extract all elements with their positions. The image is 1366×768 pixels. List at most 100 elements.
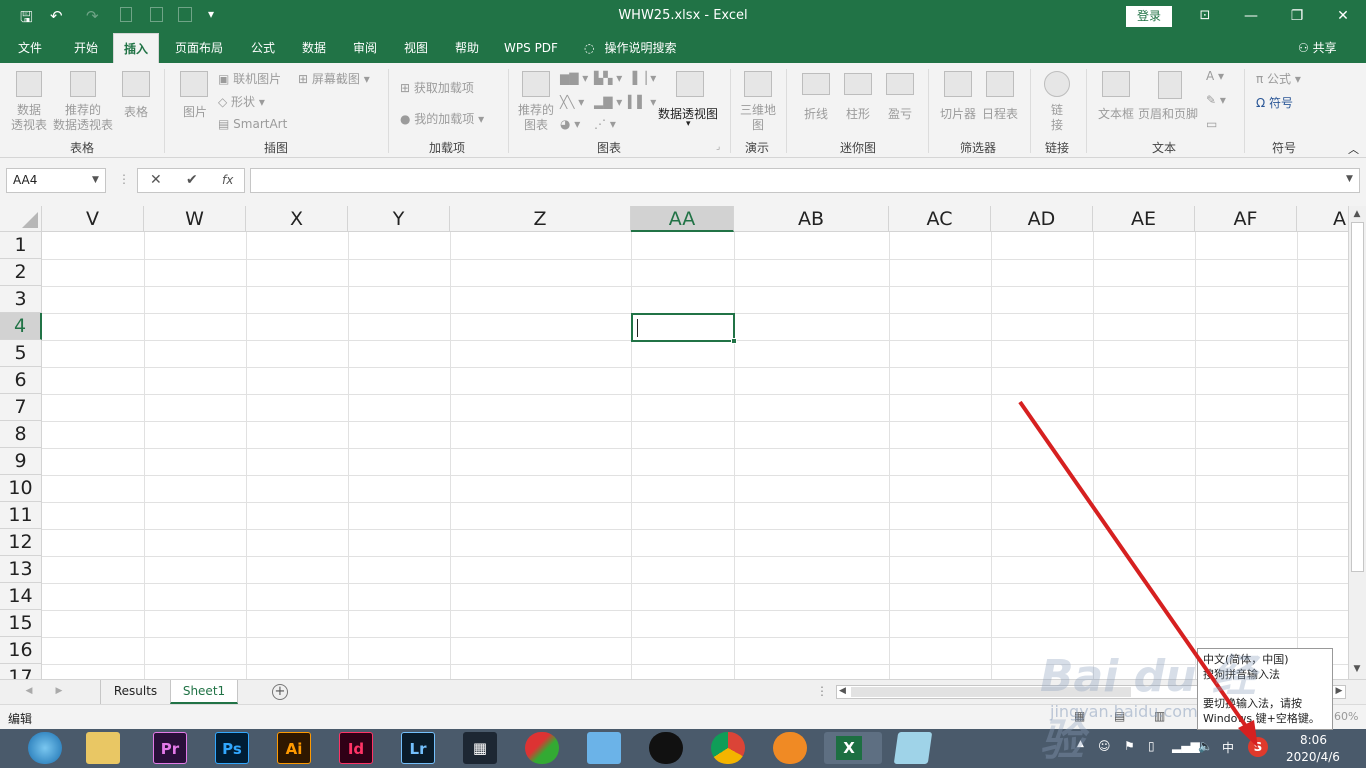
name-box[interactable]: AA4 bbox=[6, 168, 106, 193]
share-button[interactable]: ⚇ 共享 bbox=[1298, 33, 1337, 63]
column-header[interactable]: W bbox=[144, 206, 246, 232]
pie-chart-icon[interactable]: ◕ ▾ bbox=[560, 117, 580, 131]
row-header[interactable]: 16 bbox=[0, 637, 42, 664]
chart-dialog-launcher-icon[interactable]: ⌟ bbox=[716, 142, 720, 152]
minimize-button[interactable]: — bbox=[1236, 5, 1266, 27]
column-header[interactable]: AB bbox=[734, 206, 889, 232]
object-icon[interactable]: ▭ bbox=[1206, 117, 1217, 131]
add-sheet-icon[interactable]: + bbox=[272, 684, 288, 700]
row-header[interactable]: 14 bbox=[0, 583, 42, 610]
line-chart-icon[interactable]: ╳╲ ▾ bbox=[560, 95, 584, 109]
row-header[interactable]: 17 bbox=[0, 664, 42, 679]
pivot-chart-dropdown-icon[interactable]: ▾ bbox=[686, 119, 691, 129]
network-muted-icon[interactable]: ⚑ bbox=[1124, 739, 1135, 753]
signature-line-icon[interactable]: ✎ ▾ bbox=[1206, 93, 1226, 107]
hierarchy-chart-icon[interactable]: ▙▚ ▾ bbox=[594, 71, 622, 85]
get-addins-button[interactable]: ⊞ 获取加载项 bbox=[400, 79, 474, 96]
column-header[interactable]: X bbox=[246, 206, 348, 232]
tab-data[interactable]: 数据 bbox=[294, 33, 334, 63]
restore-button[interactable]: ❐ bbox=[1282, 5, 1312, 27]
clock-time[interactable]: 8:06 bbox=[1300, 733, 1327, 747]
header-footer-button[interactable]: 页眉和页脚 bbox=[1138, 105, 1198, 122]
close-button[interactable]: ✕ bbox=[1328, 5, 1358, 27]
fill-handle[interactable] bbox=[731, 338, 737, 344]
prev-sheet-icon[interactable]: ◀ bbox=[22, 680, 36, 704]
scatter-chart-icon[interactable]: ⋰ ▾ bbox=[594, 117, 616, 131]
row-header[interactable]: 5 bbox=[0, 340, 42, 367]
excel-taskbar-button[interactable]: X bbox=[824, 732, 882, 764]
row-header[interactable]: 12 bbox=[0, 529, 42, 556]
battery-icon[interactable]: ▯ bbox=[1148, 739, 1155, 753]
row-header[interactable]: 6 bbox=[0, 367, 42, 394]
name-box-dropdown-icon[interactable]: ▼ bbox=[92, 168, 106, 193]
column-header[interactable]: AE bbox=[1093, 206, 1195, 232]
volume-icon[interactable]: 🔈 bbox=[1198, 739, 1213, 753]
column-header[interactable]: AF bbox=[1195, 206, 1297, 232]
shapes-button[interactable]: ◇ 形状 ▾ bbox=[218, 93, 265, 110]
tell-me-search[interactable]: ◌ 操作说明搜索 bbox=[584, 33, 677, 63]
tab-formulas[interactable]: 公式 bbox=[243, 33, 283, 63]
select-all-button[interactable] bbox=[0, 206, 42, 232]
online-picture-button[interactable]: ▣ 联机图片 bbox=[218, 70, 281, 87]
slicer-button[interactable]: 切片器 bbox=[940, 105, 976, 122]
row-header[interactable]: 2 bbox=[0, 259, 42, 286]
ime-mode-indicator[interactable]: 中 bbox=[1222, 739, 1234, 756]
vertical-scroll-thumb[interactable] bbox=[1351, 222, 1364, 572]
notes-app-icon[interactable] bbox=[893, 732, 933, 764]
column-header[interactable]: A bbox=[1297, 206, 1348, 232]
scroll-right-icon[interactable]: ▶ bbox=[1334, 680, 1344, 704]
pivot-table-button[interactable]: 数据 透视表 bbox=[8, 103, 50, 133]
column-header[interactable]: AD bbox=[991, 206, 1093, 232]
3d-map-button[interactable]: 三维地 图 bbox=[738, 103, 778, 133]
row-header[interactable]: 9 bbox=[0, 448, 42, 475]
sparkline-column-button[interactable]: 柱形 bbox=[846, 105, 870, 122]
indesign-icon[interactable]: Id bbox=[339, 732, 373, 764]
ribbon-display-options-icon[interactable]: ⊡ bbox=[1190, 5, 1220, 27]
tab-help[interactable]: 帮助 bbox=[447, 33, 487, 63]
column-header[interactable]: Z bbox=[450, 206, 631, 232]
tab-file[interactable]: 文件 bbox=[10, 33, 50, 63]
file-explorer-icon[interactable] bbox=[86, 732, 120, 764]
sogou-browser-icon[interactable] bbox=[773, 732, 807, 764]
row-header[interactable]: 11 bbox=[0, 502, 42, 529]
qq-icon[interactable] bbox=[649, 732, 683, 764]
screenshot-button[interactable]: ⊞ 屏幕截图 ▾ bbox=[298, 70, 370, 87]
cancel-icon[interactable]: ✕ bbox=[150, 169, 162, 192]
scroll-up-icon[interactable]: ▲ bbox=[1349, 209, 1365, 219]
row-header[interactable]: 1 bbox=[0, 232, 42, 259]
waterfall-chart-icon[interactable]: ▐▕ ▾ bbox=[628, 71, 656, 85]
statistic-chart-icon[interactable]: ▂▇ ▾ bbox=[594, 95, 622, 109]
sheet-tab-results[interactable]: Results bbox=[100, 680, 170, 704]
tab-wps-pdf[interactable]: WPS PDF bbox=[498, 33, 564, 63]
sparkline-winloss-button[interactable]: 盈亏 bbox=[888, 105, 912, 122]
row-header[interactable]: 3 bbox=[0, 286, 42, 313]
lightroom-icon[interactable]: Lr bbox=[401, 732, 435, 764]
bird-app-icon[interactable] bbox=[587, 732, 621, 764]
equation-button[interactable]: π 公式 ▾ bbox=[1256, 70, 1301, 87]
row-header[interactable]: 13 bbox=[0, 556, 42, 583]
link-button[interactable]: 链 接 bbox=[1050, 103, 1064, 133]
column-header[interactable]: Y bbox=[348, 206, 450, 232]
timeline-button[interactable]: 日程表 bbox=[982, 105, 1018, 122]
qq-tray-icon[interactable]: ☺ bbox=[1098, 739, 1111, 753]
scroll-left-icon[interactable]: ◀ bbox=[839, 686, 846, 696]
clock-date[interactable]: 2020/4/6 bbox=[1286, 750, 1340, 764]
expand-formula-bar-icon[interactable]: ▼ bbox=[1346, 174, 1353, 184]
wifi-icon[interactable]: ▂▄▆ bbox=[1172, 739, 1200, 753]
smartart-button[interactable]: ▤ SmartArt bbox=[218, 117, 287, 131]
login-button[interactable]: 登录 bbox=[1126, 6, 1172, 27]
symbol-button[interactable]: Ω 符号 bbox=[1256, 94, 1293, 111]
next-sheet-icon[interactable]: ▶ bbox=[52, 680, 66, 704]
row-header[interactable]: 8 bbox=[0, 421, 42, 448]
active-cell[interactable] bbox=[631, 313, 735, 342]
table-button[interactable]: 表格 bbox=[120, 103, 152, 120]
tab-home[interactable]: 开始 bbox=[64, 33, 108, 63]
my-addins-button[interactable]: ● 我的加载项 ▾ bbox=[400, 110, 484, 127]
tab-page-layout[interactable]: 页面布局 bbox=[170, 33, 228, 63]
row-header[interactable]: 15 bbox=[0, 610, 42, 637]
tab-review[interactable]: 审阅 bbox=[345, 33, 385, 63]
illustrator-icon[interactable]: Ai bbox=[277, 732, 311, 764]
tab-insert[interactable]: 插入 bbox=[113, 33, 159, 63]
zoom-level[interactable]: 60% bbox=[1334, 710, 1358, 723]
scroll-down-icon[interactable]: ▼ bbox=[1349, 664, 1365, 674]
